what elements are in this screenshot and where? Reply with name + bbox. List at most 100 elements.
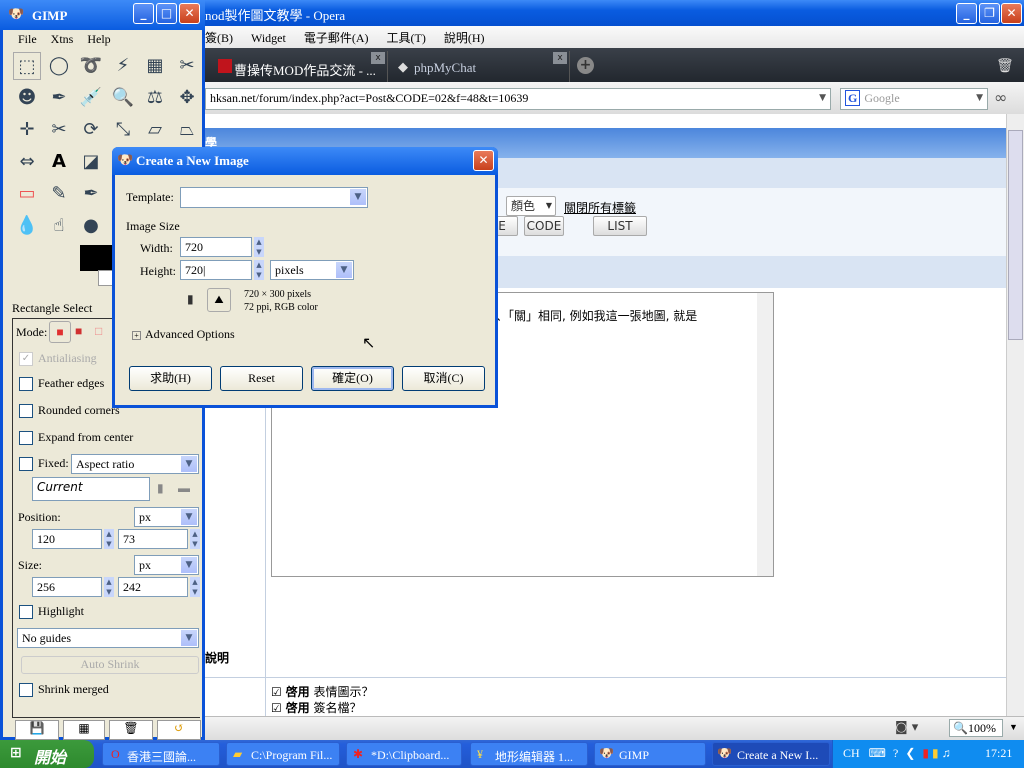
tab-close-icon[interactable]: x xyxy=(553,52,567,64)
dialog-close-button[interactable]: ✕ xyxy=(473,150,494,171)
app-icon[interactable]: ▮ xyxy=(932,746,939,760)
menu-widget[interactable]: Widget xyxy=(251,31,286,45)
taskbar-item-clipboard[interactable]: ✱ *D:\Clipboard... xyxy=(346,742,462,766)
menu-xtns[interactable]: Xtns xyxy=(51,32,74,46)
color-select[interactable]: 顏色 ▼ xyxy=(506,196,556,216)
scissors-tool-icon[interactable]: ✂ xyxy=(173,52,201,80)
chevron-down-icon[interactable]: ▼ xyxy=(1009,722,1018,732)
unit-select[interactable]: pixels ▼ xyxy=(270,260,354,280)
spin-button[interactable]: ▲ ▼ xyxy=(190,529,200,549)
position-y-field[interactable]: 73 xyxy=(118,529,188,549)
spin-button[interactable]: ▲ ▼ xyxy=(104,529,114,549)
close-button[interactable]: ✕ xyxy=(1001,3,1022,24)
color-picker-tool-icon[interactable]: 💉 xyxy=(77,84,105,112)
smudge-tool-icon[interactable]: ☝ xyxy=(45,212,73,240)
portrait-icon[interactable]: ▮ xyxy=(187,292,194,307)
landscape-icon[interactable]: ⛰ xyxy=(207,288,231,312)
option-emoticons[interactable]: ☑ 啓用 表情圖示？ xyxy=(271,684,373,700)
feather-checkbox[interactable]: Feather edges xyxy=(19,376,104,392)
list-button[interactable]: LIST xyxy=(593,216,647,236)
meter-icon[interactable]: ▮ xyxy=(922,746,929,760)
search-field[interactable]: G Google ▼ xyxy=(840,88,988,110)
eraser-tool-icon[interactable]: ▭ xyxy=(13,180,41,208)
airbrush-tool-icon[interactable]: ✎ xyxy=(45,180,73,208)
textarea-scrollbar[interactable] xyxy=(757,293,773,576)
scale-tool-icon[interactable]: ⤡ xyxy=(109,116,137,144)
move-tool-icon[interactable]: ✥ xyxy=(173,84,201,112)
checkbox-checked-icon[interactable]: ☑ xyxy=(271,701,282,715)
menu-mail[interactable]: 電子郵件(A) xyxy=(304,31,369,45)
rotate-tool-icon[interactable]: ⟳ xyxy=(77,116,105,144)
lasso-tool-icon[interactable]: ➰ xyxy=(77,52,105,80)
menu-help[interactable]: Help xyxy=(87,32,110,46)
close-all-tags-link[interactable]: 關閉所有標籤 xyxy=(564,199,636,216)
position-unit-select[interactable]: px ▼ xyxy=(134,507,199,527)
size-unit-select[interactable]: px ▼ xyxy=(134,555,199,575)
taskbar-item-create-image[interactable]: 🐶 Create a New I... xyxy=(712,742,830,766)
restore-button[interactable]: ❐ xyxy=(979,3,1000,24)
mode-replace-icon[interactable]: ■ xyxy=(49,321,71,343)
start-button[interactable]: ⊞ 開始 xyxy=(0,740,94,768)
size-width-field[interactable]: 256 xyxy=(32,577,102,597)
language-indicator[interactable]: CH xyxy=(843,746,860,760)
shrink-merged-checkbox[interactable]: Shrink merged xyxy=(19,682,109,698)
foreground-select-tool-icon[interactable]: ☻ xyxy=(13,84,41,112)
fuzzy-select-tool-icon[interactable]: ⚡ xyxy=(109,52,137,80)
template-select[interactable]: ▼ xyxy=(180,187,368,208)
speaker-icon[interactable]: ♫ xyxy=(942,746,951,760)
code-button[interactable]: CODE xyxy=(524,216,564,236)
keyboard-icon[interactable]: ⌨ xyxy=(869,746,886,760)
current-field[interactable]: Current xyxy=(32,477,150,501)
chevron-down-icon[interactable]: ▼ xyxy=(819,93,826,103)
paths-tool-icon[interactable]: ✒ xyxy=(45,84,73,112)
delete-options-icon[interactable]: 🗑 xyxy=(109,720,153,740)
advanced-options-expander[interactable]: + Advanced Options xyxy=(132,327,235,342)
height-spin-button[interactable]: ▲ ▼ xyxy=(254,260,264,280)
menu-help[interactable]: 說明(H) xyxy=(444,31,485,45)
taskbar-item-opera[interactable]: O 香港三國論... xyxy=(102,742,220,766)
address-field[interactable]: hksan.net/forum/index.php?act=Post&CODE=… xyxy=(205,88,831,110)
checkbox-checked-icon[interactable]: ☑ xyxy=(271,685,282,699)
spin-button[interactable]: ▲ ▼ xyxy=(104,577,114,597)
color-select-tool-icon[interactable]: ▦ xyxy=(141,52,169,80)
flip-tool-icon[interactable]: ⇔ xyxy=(13,148,41,176)
taskbar-item-gimp[interactable]: 🐶 GIMP xyxy=(594,742,706,766)
crop-tool-icon[interactable]: ✂ xyxy=(45,116,73,144)
size-height-field[interactable]: 242 xyxy=(118,577,188,597)
menu-file[interactable]: File xyxy=(18,32,37,46)
width-spin-button[interactable]: ▲ ▼ xyxy=(254,237,264,257)
close-button[interactable]: ✕ xyxy=(179,3,200,24)
auto-shrink-button[interactable]: Auto Shrink xyxy=(21,656,199,674)
taskbar-item-map-editor[interactable]: ¥ 地形编辑器 1... xyxy=(470,742,588,766)
shear-tool-icon[interactable]: ▱ xyxy=(141,116,169,144)
help-button[interactable]: 求助(H) xyxy=(129,366,212,391)
guides-select[interactable]: No guides ▼ xyxy=(17,628,199,648)
blur-tool-icon[interactable]: 💧 xyxy=(13,212,41,240)
page-scrollbar[interactable] xyxy=(1006,114,1024,716)
help-icon[interactable]: ? xyxy=(893,746,898,760)
chevron-down-icon[interactable]: ▼ xyxy=(976,93,983,103)
ok-button[interactable]: 確定(O) xyxy=(311,366,394,391)
scrollbar-thumb[interactable] xyxy=(1008,130,1023,340)
option-signature[interactable]: ☑ 啓用 簽名檔？ xyxy=(271,700,373,716)
fixed-checkbox[interactable]: Fixed: xyxy=(19,456,69,472)
reset-options-icon[interactable]: ↺ xyxy=(157,720,201,740)
height-field[interactable]: 720| xyxy=(180,260,252,280)
perspective-tool-icon[interactable]: ⏢ xyxy=(173,116,201,144)
align-tool-icon[interactable]: ✛ xyxy=(13,116,41,144)
zoom-tool-icon[interactable]: 🔍 xyxy=(109,84,137,112)
restore-options-icon[interactable]: ▦ xyxy=(63,720,105,740)
expand-checkbox[interactable]: Expand from center xyxy=(19,430,133,446)
trash-icon[interactable]: 🗑 xyxy=(996,58,1014,74)
highlight-checkbox[interactable]: Highlight xyxy=(19,604,84,620)
fixed-select[interactable]: Aspect ratio ▼ xyxy=(71,454,199,474)
width-field[interactable]: 720 xyxy=(180,237,252,257)
tab-close-icon[interactable]: x xyxy=(371,52,385,64)
dodge-burn-tool-icon[interactable]: ● xyxy=(77,212,105,240)
ink-tool-icon[interactable]: ✒ xyxy=(77,180,105,208)
chevron-left-icon[interactable]: ❮ xyxy=(905,746,915,760)
rect-select-tool-icon[interactable]: ⬚ xyxy=(13,52,41,80)
mode-subtract-icon[interactable]: □ xyxy=(95,324,102,339)
position-x-field[interactable]: 120 xyxy=(32,529,102,549)
tab-caocao-mod[interactable]: 曹操传MOD作品交流 - ... x xyxy=(212,51,388,82)
